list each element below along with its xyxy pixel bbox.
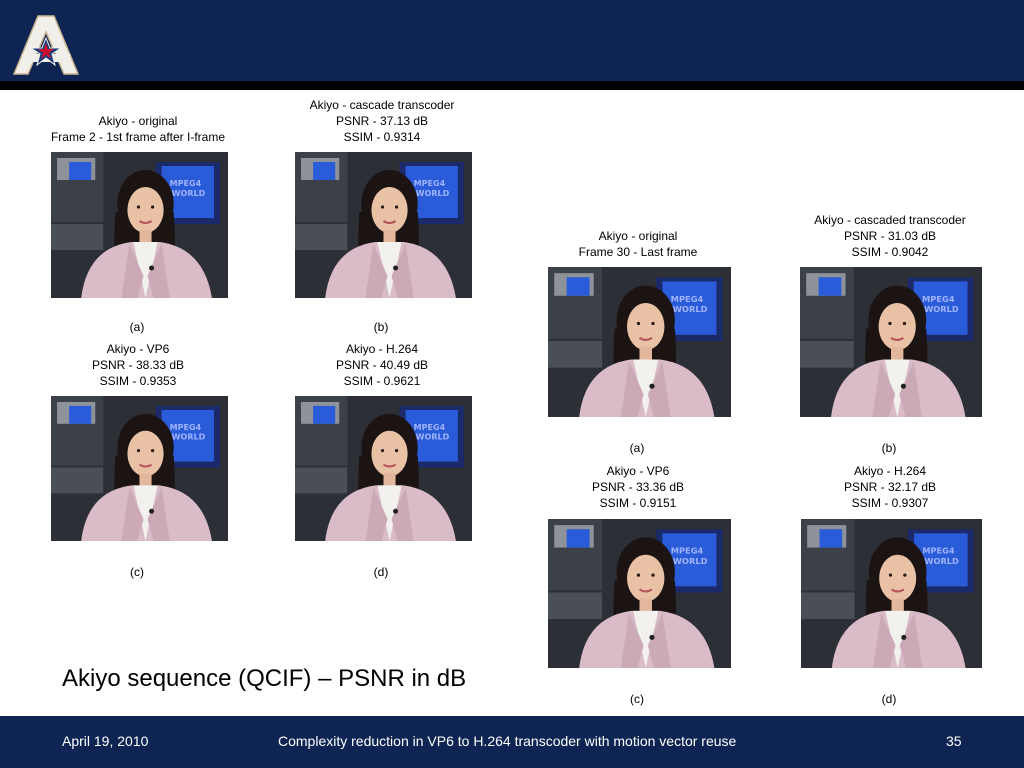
video-frame-left-cascade: MPEG4 WORLD — [295, 152, 472, 298]
svg-text:MPEG4: MPEG4 — [414, 423, 446, 432]
label-right-d: (d) — [881, 692, 897, 706]
video-frame-right-cascade: MPEG4 WORLD — [800, 267, 982, 417]
svg-text:MPEG4: MPEG4 — [414, 179, 446, 188]
caption-right-original: Akiyo - original Frame 30 - Last frame — [578, 229, 698, 259]
svg-text:WORLD: WORLD — [924, 304, 959, 314]
caption-left-vp6: Akiyo - VP6 PSNR - 38.33 dB SSIM - 0.935… — [91, 342, 185, 388]
footer-date: April 19, 2010 — [62, 733, 149, 749]
svg-text:WORLD: WORLD — [673, 304, 708, 314]
video-frame-left-original: MPEG4 WORLD — [51, 152, 228, 298]
svg-text:MPEG4: MPEG4 — [671, 294, 704, 304]
header-bar — [0, 0, 1024, 81]
svg-text:MPEG4: MPEG4 — [170, 179, 202, 188]
label-left-b: (b) — [373, 320, 389, 334]
svg-text:MPEG4: MPEG4 — [922, 546, 955, 556]
svg-text:WORLD: WORLD — [416, 189, 450, 198]
header-divider — [0, 81, 1024, 90]
label-right-b: (b) — [881, 441, 897, 455]
label-left-a: (a) — [129, 320, 145, 334]
svg-text:WORLD: WORLD — [172, 433, 206, 442]
footer-title: Complexity reduction in VP6 to H.264 tra… — [278, 733, 737, 749]
caption-left-h264: Akiyo - H.264 PSNR - 40.49 dB SSIM - 0.9… — [335, 342, 429, 388]
svg-text:WORLD: WORLD — [416, 433, 450, 442]
video-frame-left-h264: MPEG4 WORLD — [295, 396, 472, 541]
svg-text:MPEG4: MPEG4 — [922, 294, 955, 304]
footer-page-number: 35 — [946, 733, 962, 749]
video-frame-left-vp6: MPEG4 WORLD — [51, 396, 228, 541]
caption-left-cascade: Akiyo - cascade transcoder PSNR - 37.13 … — [309, 98, 455, 144]
svg-text:WORLD: WORLD — [172, 189, 206, 198]
footer-bar: April 19, 2010 Complexity reduction in V… — [0, 716, 1024, 768]
caption-right-vp6: Akiyo - VP6 PSNR - 33.36 dB SSIM - 0.915… — [591, 464, 685, 510]
label-left-d: (d) — [373, 565, 389, 579]
svg-text:WORLD: WORLD — [924, 556, 959, 566]
video-frame-right-original: MPEG4 WORLD — [548, 267, 731, 417]
svg-text:WORLD: WORLD — [673, 556, 708, 566]
caption-right-cascade: Akiyo - cascaded transcoder PSNR - 31.03… — [814, 213, 966, 259]
label-right-a: (a) — [629, 441, 645, 455]
label-left-c: (c) — [130, 565, 144, 579]
slide-title: Akiyo sequence (QCIF) – PSNR in dB — [62, 665, 467, 692]
video-frame-right-vp6: MPEG4 WORLD — [548, 519, 731, 668]
svg-text:MPEG4: MPEG4 — [671, 546, 704, 556]
university-logo — [12, 15, 80, 75]
caption-right-h264: Akiyo - H.264 PSNR - 32.17 dB SSIM - 0.9… — [843, 464, 937, 510]
video-frame-right-h264: MPEG4 WORLD — [801, 519, 982, 668]
label-right-c: (c) — [630, 692, 644, 706]
svg-text:MPEG4: MPEG4 — [170, 423, 202, 432]
caption-left-original: Akiyo - original Frame 2 - 1st frame aft… — [50, 114, 226, 144]
